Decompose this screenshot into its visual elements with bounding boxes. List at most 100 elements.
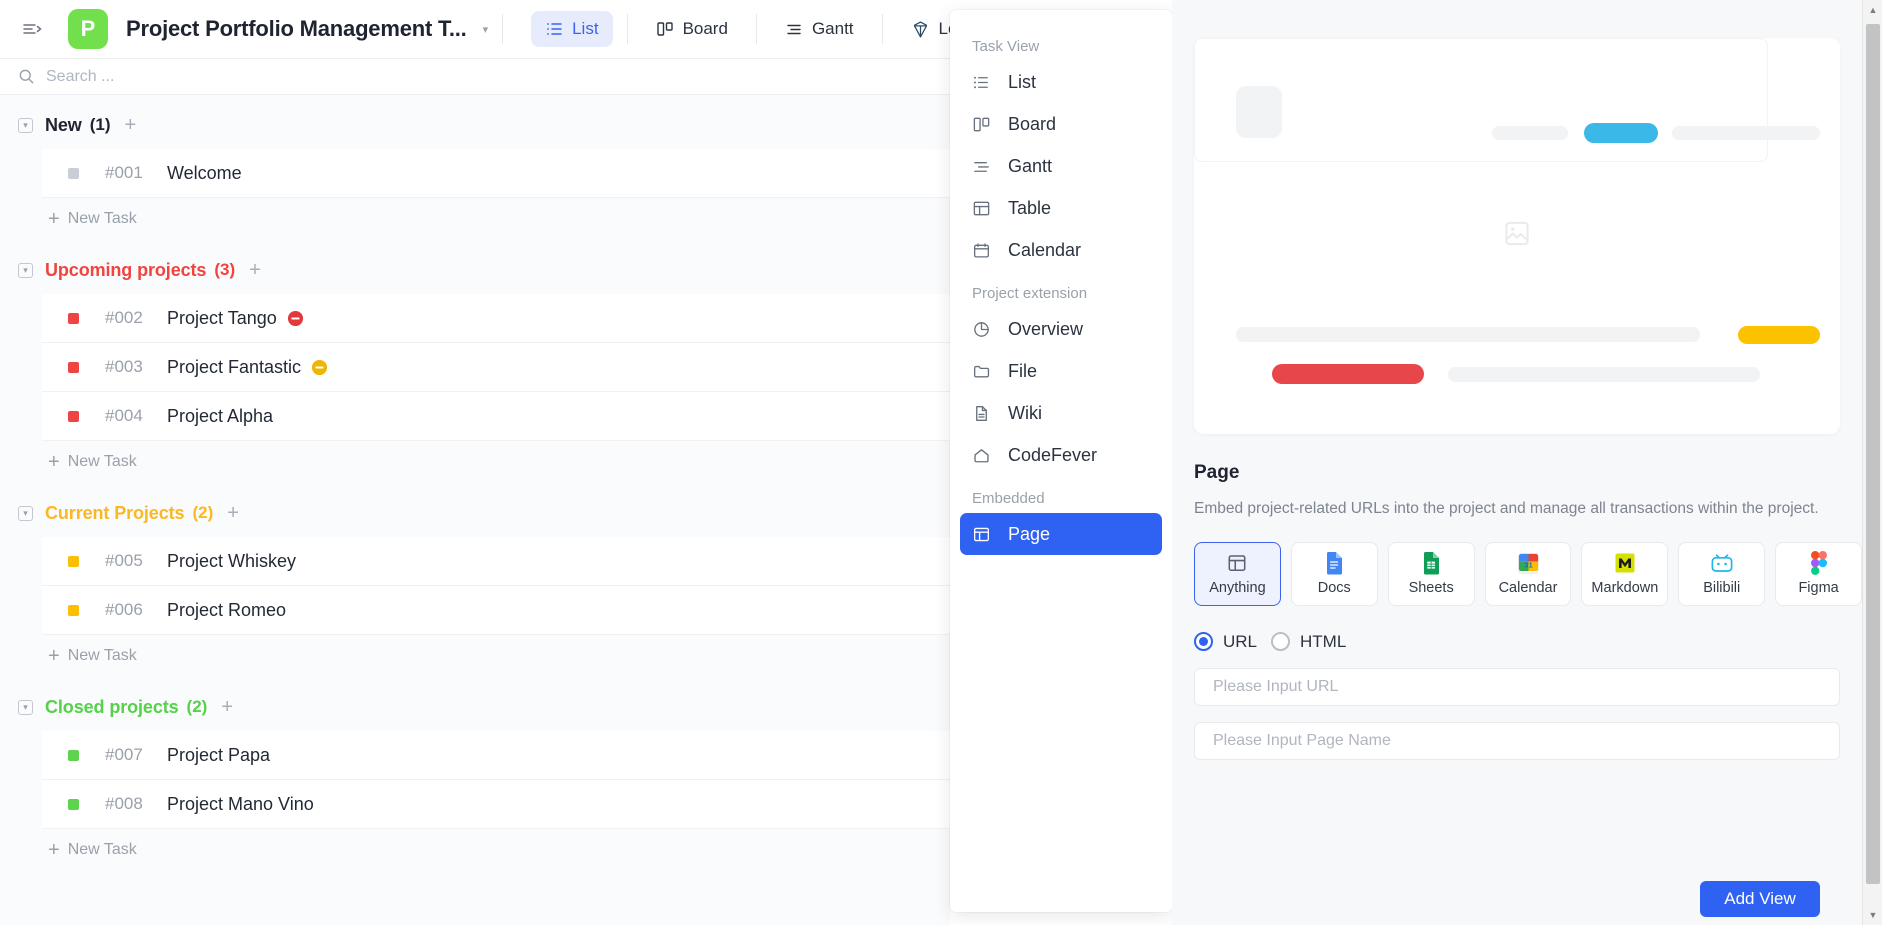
table-row[interactable]: #008 Project Mano Vino [42, 780, 950, 829]
menu-item-codefever[interactable]: CodeFever [960, 434, 1162, 476]
menu-item-overview[interactable]: Overview [960, 308, 1162, 350]
status-badge [68, 313, 79, 324]
skeleton-pill [1492, 126, 1568, 140]
table-row[interactable]: #005 Project Whiskey [42, 537, 950, 586]
embed-tile-markdown[interactable]: Markdown [1581, 542, 1668, 606]
bilibili-icon [1710, 551, 1734, 575]
radio-html[interactable]: HTML [1271, 632, 1346, 652]
search-icon [18, 68, 35, 85]
status-badge [68, 411, 79, 422]
task-group-header[interactable]: ▾ Current Projects (2) + [0, 489, 950, 537]
task-id: #005 [105, 551, 163, 571]
task-group-header[interactable]: ▾ Closed projects (2) + [0, 683, 950, 731]
radio-button[interactable] [1271, 632, 1290, 651]
vertical-scrollbar[interactable]: ▲ ▼ [1862, 0, 1882, 925]
menu-item-list[interactable]: List [960, 61, 1162, 103]
new-task-button[interactable]: + New Task [42, 441, 950, 483]
tab-board[interactable]: Board [642, 11, 742, 47]
image-placeholder-icon [1502, 219, 1532, 254]
task-group-name: Current Projects [45, 503, 184, 524]
url-input[interactable]: Please Input URL [1194, 668, 1840, 706]
collapse-group-icon[interactable]: ▾ [18, 700, 33, 715]
menu-item-calendar[interactable]: Calendar [960, 229, 1162, 271]
board-icon [972, 115, 991, 134]
embed-tile-docs[interactable]: Docs [1291, 542, 1378, 606]
search-input[interactable]: Search ... [46, 68, 114, 86]
embed-tile-figma[interactable]: Figma [1775, 542, 1862, 606]
task-group-header[interactable]: ▾ Upcoming projects (3) + [0, 246, 950, 294]
tab-list[interactable]: List [531, 11, 612, 47]
collapse-group-icon[interactable]: ▾ [18, 263, 33, 278]
table-row[interactable]: #004 Project Alpha [42, 392, 950, 441]
task-id: #008 [105, 794, 163, 814]
status-badge [68, 362, 79, 373]
menu-item-file[interactable]: File [960, 350, 1162, 392]
page-layout-icon [972, 525, 991, 544]
task-name: Welcome [167, 163, 242, 184]
source-type-radios: URL HTML [1194, 632, 1862, 652]
dropdown-section: Project extension Overview File Wiki Cod… [950, 285, 1172, 476]
menu-item-label: File [1008, 361, 1037, 382]
task-group-header[interactable]: ▾ New (1) + [0, 101, 950, 149]
board-icon [656, 20, 674, 38]
new-task-button[interactable]: + New Task [42, 198, 950, 240]
menu-item-board[interactable]: Board [960, 103, 1162, 145]
collapse-group-icon[interactable]: ▾ [18, 118, 33, 133]
chevron-down-icon[interactable]: ▾ [483, 23, 489, 36]
skeleton-pill-blue [1584, 123, 1658, 143]
table-row[interactable]: #006 Project Romeo [42, 586, 950, 635]
new-task-label: New Task [68, 647, 137, 665]
embed-tile-calendar[interactable]: 31 Calendar [1485, 542, 1572, 606]
collapse-group-icon[interactable]: ▾ [18, 506, 33, 521]
add-task-to-group-button[interactable]: + [221, 696, 233, 719]
add-task-to-group-button[interactable]: + [125, 114, 137, 137]
table-row[interactable]: #003 Project Fantastic [42, 343, 950, 392]
task-name: Project Whiskey [167, 551, 296, 572]
new-task-button[interactable]: + New Task [42, 829, 950, 871]
new-task-label: New Task [68, 841, 137, 859]
skeleton-avatar [1236, 86, 1282, 138]
search-bar[interactable]: Search ... [0, 59, 950, 95]
radio-button[interactable] [1194, 632, 1213, 651]
menu-item-label: Page [1008, 524, 1050, 545]
embed-tile-anything[interactable]: Anything [1194, 542, 1281, 606]
status-badge [68, 168, 79, 179]
embed-tile-label: Sheets [1409, 580, 1454, 596]
menu-item-table[interactable]: Table [960, 187, 1162, 229]
radio-url[interactable]: URL [1194, 632, 1257, 652]
figma-icon [1811, 551, 1827, 575]
menu-item-label: Table [1008, 198, 1051, 219]
new-task-button[interactable]: + New Task [42, 635, 950, 677]
collapse-sidebar-icon[interactable] [18, 15, 46, 43]
add-task-to-group-button[interactable]: + [227, 502, 239, 525]
embed-tile-bilibili[interactable]: Bilibili [1678, 542, 1765, 606]
add-view-button[interactable]: Add View [1700, 881, 1820, 917]
page-name-input[interactable]: Please Input Page Name [1194, 722, 1840, 760]
task-name: Project Mano Vino [167, 794, 314, 815]
scroll-up-arrow[interactable]: ▲ [1863, 0, 1882, 20]
table-row[interactable]: #007 Project Papa [42, 731, 950, 780]
task-id: #002 [105, 308, 163, 328]
dropdown-section: Embedded Page [950, 490, 1172, 555]
scrollbar-thumb[interactable] [1866, 24, 1880, 884]
plus-icon: + [48, 451, 60, 474]
add-task-to-group-button[interactable]: + [249, 259, 261, 282]
embed-tile-label: Markdown [1591, 580, 1658, 596]
radio-label: URL [1223, 632, 1257, 652]
new-task-label: New Task [68, 453, 137, 471]
table-icon [972, 199, 991, 218]
dropdown-section-title: Embedded [950, 490, 1172, 507]
table-row[interactable]: #002 Project Tango [42, 294, 950, 343]
embed-tile-sheets[interactable]: Sheets [1388, 542, 1475, 606]
task-id: #003 [105, 357, 163, 377]
menu-item-label: Board [1008, 114, 1056, 135]
menu-item-gantt[interactable]: Gantt [960, 145, 1162, 187]
task-group: ▾ Upcoming projects (3) + #002 Project T… [0, 240, 950, 483]
menu-item-page[interactable]: Page [960, 513, 1162, 555]
scroll-down-arrow[interactable]: ▼ [1863, 905, 1882, 925]
tab-gantt[interactable]: Gantt [771, 11, 868, 47]
task-group: ▾ New (1) + #001 Welcome + New Task [0, 95, 950, 240]
plus-icon: + [48, 208, 60, 231]
table-row[interactable]: #001 Welcome [42, 149, 950, 198]
menu-item-wiki[interactable]: Wiki [960, 392, 1162, 434]
